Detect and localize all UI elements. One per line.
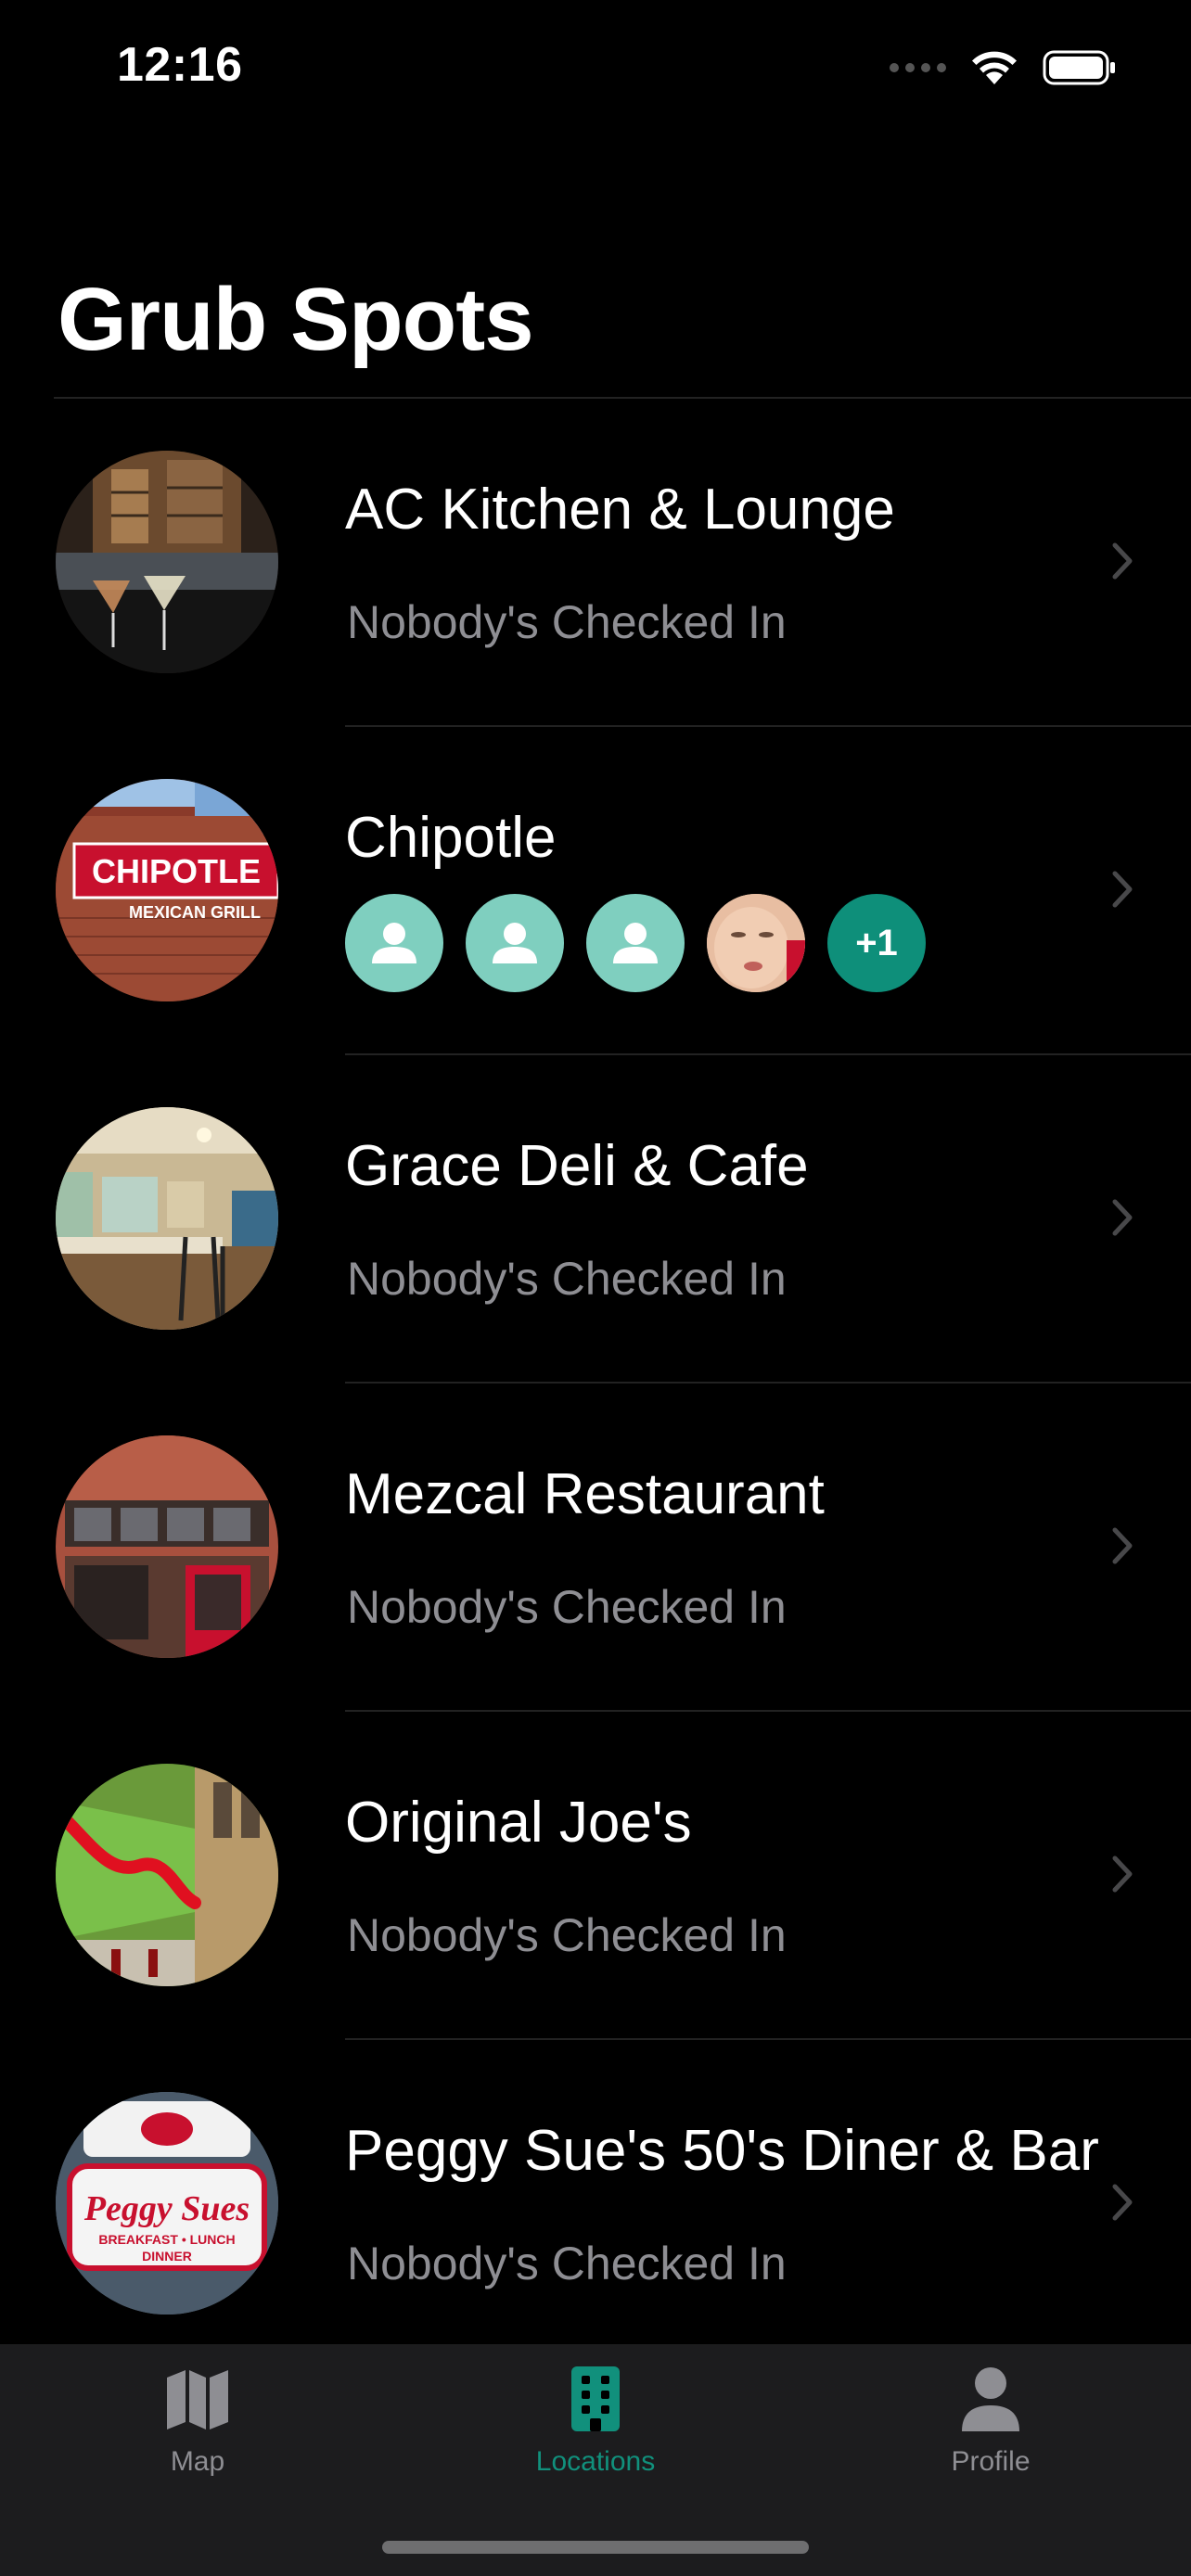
checkin-status: Nobody's Checked In — [347, 596, 787, 648]
checkin-status: Nobody's Checked In — [347, 1581, 787, 1633]
checkin-status: Nobody's Checked In — [347, 1909, 787, 1961]
checkin-status: Nobody's Checked In — [347, 2238, 787, 2289]
location-thumbnail: Peggy Sues BREAKFAST • LUNCH DINNER — [56, 2092, 278, 2315]
location-thumbnail — [56, 1107, 278, 1330]
avatar[interactable] — [466, 894, 564, 992]
location-name: Original Joe's — [345, 1791, 692, 1855]
person-icon — [493, 923, 537, 963]
tab-map[interactable]: Map — [58, 2365, 337, 2504]
chevron-right-icon — [1109, 538, 1137, 584]
screen: 12:16 Grub Spots AC Kitchen & Lounge Nob… — [0, 0, 1191, 2576]
location-thumbnail: CHIPOTLE MEXICAN GRILL — [56, 779, 278, 1001]
chipotle-sign-subtext: MEXICAN GRILL — [129, 903, 261, 922]
location-thumbnail — [56, 451, 278, 673]
tab-label: Locations — [535, 2446, 656, 2477]
peggy-sign-subtext-2: DINNER — [142, 2249, 192, 2264]
avatar-photo[interactable] — [707, 894, 805, 992]
chevron-right-icon — [1109, 1851, 1137, 1897]
person-icon — [962, 2367, 1019, 2431]
location-row-chipotle[interactable]: CHIPOTLE MEXICAN GRILL Chipotle +1 — [0, 727, 1191, 1055]
avatar[interactable] — [586, 894, 685, 992]
location-name: Peggy Sue's 50's Diner & Bar — [345, 2119, 1099, 2183]
status-bar: 12:16 — [0, 0, 1191, 139]
home-indicator[interactable] — [382, 2541, 809, 2554]
peggy-sign-text: Peggy Sues — [83, 2189, 250, 2228]
location-thumbnail — [56, 1435, 278, 1658]
page-title: Grub Spots — [58, 270, 534, 369]
status-icons — [890, 46, 1117, 89]
chevron-right-icon — [1109, 1523, 1137, 1569]
more-checked-in-badge[interactable]: +1 — [827, 894, 926, 992]
chevron-right-icon — [1109, 866, 1137, 912]
tab-label: Map — [170, 2446, 225, 2477]
battery-icon — [1043, 49, 1117, 86]
avatar[interactable] — [345, 894, 443, 992]
location-thumbnail — [56, 1764, 278, 1986]
person-icon — [613, 923, 658, 963]
checked-in-avatars[interactable]: +1 — [345, 894, 926, 992]
cellular-signal-icon — [890, 63, 946, 72]
user-photo — [707, 894, 805, 992]
chevron-right-icon — [1109, 2179, 1137, 2225]
location-row-original-joes[interactable]: Original Joe's Nobody's Checked In — [0, 1712, 1191, 2040]
location-row-ac-kitchen[interactable]: AC Kitchen & Lounge Nobody's Checked In — [0, 399, 1191, 727]
location-name: Mezcal Restaurant — [345, 1462, 825, 1526]
person-icon — [372, 923, 416, 963]
location-row-grace-deli[interactable]: Grace Deli & Cafe Nobody's Checked In — [0, 1055, 1191, 1384]
tab-label: Profile — [951, 2446, 1031, 2477]
wifi-icon — [970, 49, 1018, 86]
tab-locations[interactable]: Locations — [456, 2365, 735, 2504]
chipotle-sign-text: CHIPOTLE — [92, 852, 261, 890]
building-icon — [571, 2366, 620, 2431]
location-name: AC Kitchen & Lounge — [345, 478, 895, 542]
tab-profile[interactable]: Profile — [852, 2365, 1130, 2504]
location-row-mezcal[interactable]: Mezcal Restaurant Nobody's Checked In — [0, 1384, 1191, 1712]
map-icon — [167, 2370, 228, 2429]
status-time: 12:16 — [117, 38, 243, 92]
location-row-peggy-sues[interactable]: Peggy Sues BREAKFAST • LUNCH DINNER Pegg… — [0, 2040, 1191, 2368]
chevron-right-icon — [1109, 1194, 1137, 1241]
checkin-status: Nobody's Checked In — [347, 1253, 787, 1305]
peggy-sign-subtext-1: BREAKFAST • LUNCH — [98, 2232, 235, 2247]
location-name: Grace Deli & Cafe — [345, 1134, 809, 1198]
locations-list: AC Kitchen & Lounge Nobody's Checked In — [0, 399, 1191, 2368]
location-name: Chipotle — [345, 806, 557, 870]
